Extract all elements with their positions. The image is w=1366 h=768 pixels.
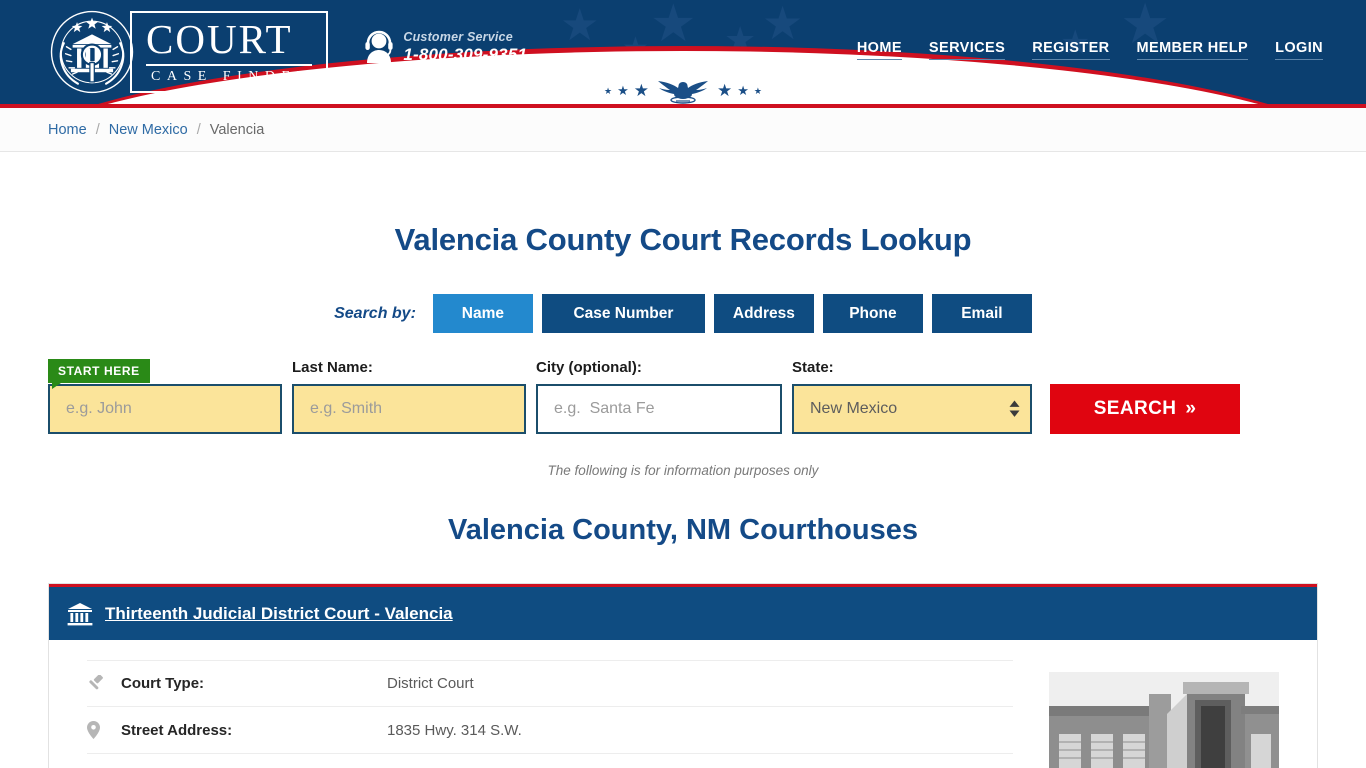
nav-item-services[interactable]: SERVICES [928,40,1006,60]
site-header: ★ ★ ★ ★ ★ ★ ★ ★ ★ ★ ★ ★ ★ [0,0,1366,104]
detail-value-street-address: 1835 Hwy. 314 S.W. [387,721,522,739]
breadcrumb-item-home[interactable]: Home [48,122,87,138]
court-card-body: Court Type: District Court Street Addres… [49,640,1317,768]
detail-row-court-type: Court Type: District Court [87,660,1013,708]
tab-name[interactable]: Name [432,294,533,334]
first-name-input[interactable] [48,384,282,435]
tab-email[interactable]: Email [931,294,1032,334]
court-detail-list: Court Type: District Court Street Addres… [87,660,1013,768]
detail-label-street-address: Street Address: [121,721,233,739]
state-select[interactable] [792,384,1032,435]
tab-case-number[interactable]: Case Number [541,294,705,334]
state-field-group: State: [792,359,1032,435]
logo-wordmark: COURT CASE FINDER [130,11,329,93]
breadcrumb-item-new-mexico[interactable]: New Mexico [109,122,188,138]
start-here-badge: START HERE [48,359,150,390]
detail-row-partial [87,754,1013,768]
detail-row-street-address: Street Address: 1835 Hwy. 314 S.W. [87,707,1013,755]
search-form: START HERE First Name: Last Name: City (… [48,359,1318,435]
double-chevron-right-icon: » [1185,398,1197,420]
nav-item-login[interactable]: LOGIN [1275,40,1323,60]
courthouse-building-photo [1049,672,1279,768]
breadcrumb-item-valencia: Valencia [209,121,265,138]
last-name-field-group: Last Name: [292,359,526,435]
nav-item-member-help[interactable]: MEMBER HELP [1136,40,1249,60]
breadcrumb-separator: / [196,121,201,138]
detail-value-court-type: District Court [387,675,474,693]
breadcrumb-bar: Home / New Mexico / Valencia [0,108,1366,152]
tab-phone[interactable]: Phone [822,294,923,334]
logo-subtitle: CASE FINDER [151,68,313,84]
last-name-input[interactable] [292,384,526,435]
courthouses-section-title: Valencia County, NM Courthouses [448,514,918,547]
search-by-label: Search by: [334,304,416,322]
city-input[interactable] [536,384,782,435]
search-button-label: SEARCH [1093,398,1177,420]
disclaimer-text: The following is for information purpose… [547,463,819,479]
court-name-link[interactable]: Thirteenth Judicial District Court - Val… [105,604,453,624]
tab-address[interactable]: Address [713,294,814,334]
main-content: Valencia County Court Records Lookup Sea… [43,222,1323,768]
search-button[interactable]: SEARCH » [1050,384,1240,435]
court-card: Thirteenth Judicial District Court - Val… [48,583,1318,768]
court-seal-icon [50,10,134,94]
nav-item-home[interactable]: HOME [856,40,902,60]
headset-support-icon [365,31,393,64]
state-label: State: [792,359,834,377]
breadcrumb-separator: / [95,121,100,138]
logo-title: COURT [146,16,293,63]
customer-service-block[interactable]: Customer Service 1-800-309-9351 [364,30,527,65]
city-field-group: City (optional): [536,359,782,435]
map-pin-icon [87,721,121,740]
customer-service-phone[interactable]: 1-800-309-9351 [403,45,527,65]
customer-service-label: Customer Service [403,30,513,44]
search-by-tabs: Search by: Name Case Number Address Phon… [48,294,1318,334]
main-navigation: HOME SERVICES REGISTER MEMBER HELP LOGIN [856,40,1323,60]
last-name-label: Last Name: [292,359,373,377]
detail-label-court-type: Court Type: [121,675,205,693]
site-logo[interactable]: COURT CASE FINDER [48,8,329,96]
gavel-icon [87,675,121,692]
city-label: City (optional): [536,359,642,377]
page-title: Valencia County Court Records Lookup [394,222,972,257]
court-card-header: Thirteenth Judicial District Court - Val… [49,584,1317,641]
courthouse-icon [67,602,93,625]
nav-item-register[interactable]: REGISTER [1032,40,1110,60]
breadcrumb: Home / New Mexico / Valencia [43,122,1323,138]
